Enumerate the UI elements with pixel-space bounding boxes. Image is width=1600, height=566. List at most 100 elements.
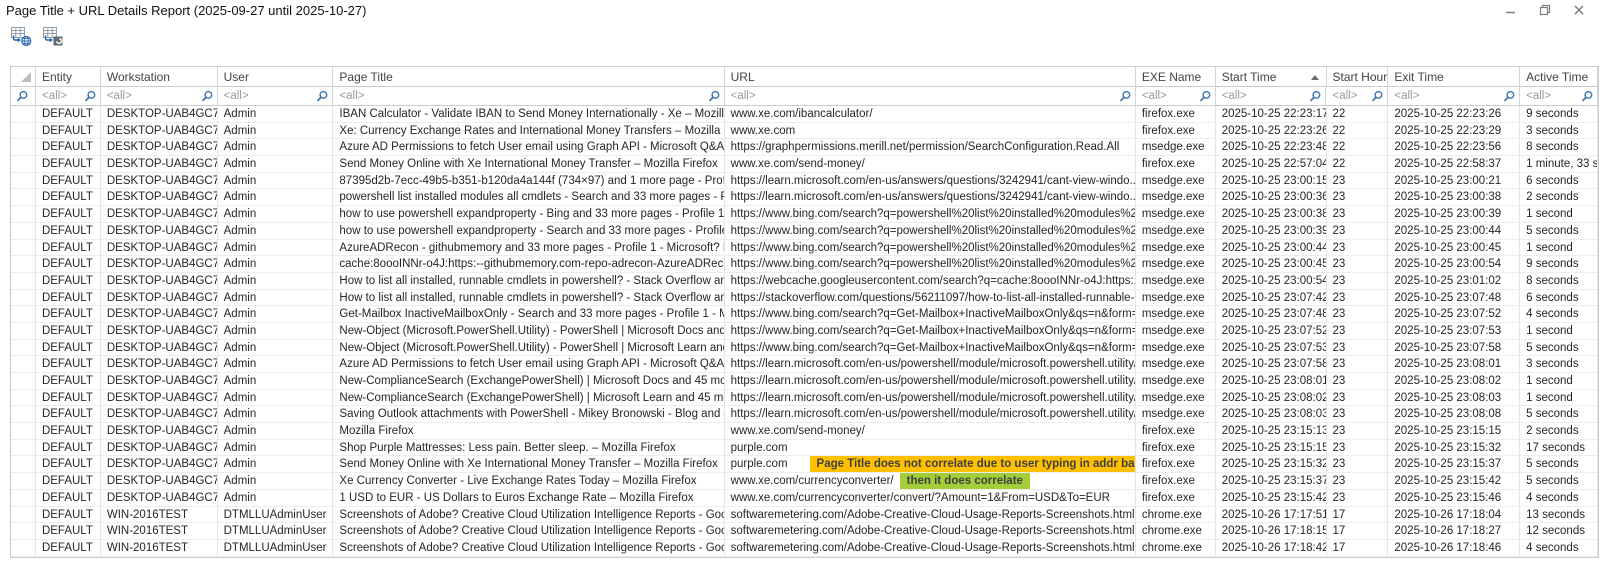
cell-exe[interactable]: firefox.exe — [1136, 156, 1216, 173]
cell-exe[interactable]: msedge.exe — [1136, 356, 1216, 373]
cell-entity[interactable]: DEFAULT — [36, 390, 101, 407]
row-indicator-cell[interactable] — [11, 423, 36, 440]
cell-page_title[interactable]: New-Object (Microsoft.PowerShell.Utility… — [333, 340, 724, 357]
cell-workstation[interactable]: DESKTOP-UAB4GC7 — [101, 223, 218, 240]
row-indicator-cell[interactable] — [11, 123, 36, 140]
cell-exit_time[interactable]: 2025-10-25 23:15:46 — [1388, 490, 1520, 507]
cell-start_hour[interactable]: 23 — [1327, 456, 1389, 473]
cell-workstation[interactable]: DESKTOP-UAB4GC7 — [101, 340, 218, 357]
search-icon[interactable] — [16, 90, 29, 103]
cell-page_title[interactable]: New-ComplianceSearch (ExchangePowerShell… — [333, 390, 724, 407]
row-indicator-cell[interactable] — [11, 290, 36, 307]
cell-url[interactable]: purple.com — [725, 440, 1136, 457]
cell-exe[interactable]: msedge.exe — [1136, 390, 1216, 407]
cell-start_hour[interactable]: 23 — [1327, 473, 1389, 490]
cell-page_title[interactable]: Saving Outlook attachments with PowerShe… — [333, 406, 724, 423]
cell-exe[interactable]: firefox.exe — [1136, 473, 1216, 490]
cell-url[interactable]: softwaremetering.com/Adobe-Creative-Clou… — [725, 523, 1136, 540]
table-row[interactable]: DEFAULTDESKTOP-UAB4GC7AdminAzure AD Perm… — [11, 356, 1598, 373]
row-indicator-cell[interactable] — [11, 106, 36, 123]
cell-exe[interactable]: msedge.exe — [1136, 240, 1216, 257]
cell-start_time[interactable]: 2025-10-25 23:07:58 — [1216, 356, 1327, 373]
cell-page_title[interactable]: Xe: Currency Exchange Rates and Internat… — [333, 123, 724, 140]
cell-page_title[interactable]: Screenshots of Adobe? Creative Cloud Uti… — [333, 540, 724, 557]
cell-user[interactable]: Admin — [218, 440, 334, 457]
cell-start_time[interactable]: 2025-10-25 23:00:15 — [1216, 173, 1327, 190]
cell-page_title[interactable]: Azure AD Permissions to fetch User email… — [333, 139, 724, 156]
cell-exe[interactable]: msedge.exe — [1136, 173, 1216, 190]
row-indicator-cell[interactable] — [11, 440, 36, 457]
cell-start_hour[interactable]: 22 — [1327, 123, 1389, 140]
cell-entity[interactable]: DEFAULT — [36, 106, 101, 123]
cell-active_time[interactable]: 5 seconds — [1520, 406, 1598, 423]
cell-exit_time[interactable]: 2025-10-25 23:08:01 — [1388, 356, 1520, 373]
cell-user[interactable]: Admin — [218, 340, 334, 357]
filter-value[interactable]: <all> — [731, 90, 756, 102]
table-row[interactable]: DEFAULTDESKTOP-UAB4GC7AdminAzure AD Perm… — [11, 139, 1598, 156]
filter-cell-workstation[interactable]: <all> — [101, 87, 218, 106]
row-indicator-cell[interactable] — [11, 356, 36, 373]
row-indicator-cell[interactable] — [11, 256, 36, 273]
cell-exit_time[interactable]: 2025-10-25 22:23:26 — [1388, 106, 1520, 123]
filter-value[interactable]: <all> — [1394, 90, 1419, 102]
cell-exit_time[interactable]: 2025-10-25 23:07:58 — [1388, 340, 1520, 357]
cell-workstation[interactable]: DESKTOP-UAB4GC7 — [101, 139, 218, 156]
cell-url[interactable]: https://learn.microsoft.com/en-us/powers… — [725, 356, 1136, 373]
cell-exe[interactable]: msedge.exe — [1136, 223, 1216, 240]
row-indicator-cell[interactable] — [11, 273, 36, 290]
cell-page_title[interactable]: New-ComplianceSearch (ExchangePowerShell… — [333, 373, 724, 390]
cell-exit_time[interactable]: 2025-10-25 23:08:02 — [1388, 373, 1520, 390]
cell-url[interactable]: https://learn.microsoft.com/en-us/powers… — [725, 390, 1136, 407]
cell-workstation[interactable]: DESKTOP-UAB4GC7 — [101, 306, 218, 323]
cell-user[interactable]: Admin — [218, 156, 334, 173]
cell-page_title[interactable]: Shop Purple Mattresses: Less pain. Bette… — [333, 440, 724, 457]
cell-start_time[interactable]: 2025-10-25 22:23:17 — [1216, 106, 1327, 123]
table-row[interactable]: DEFAULTDESKTOP-UAB4GC7AdminNew-Object (M… — [11, 340, 1598, 357]
cell-start_hour[interactable]: 17 — [1327, 507, 1389, 524]
cell-workstation[interactable]: DESKTOP-UAB4GC7 — [101, 106, 218, 123]
cell-workstation[interactable]: DESKTOP-UAB4GC7 — [101, 356, 218, 373]
cell-user[interactable]: Admin — [218, 139, 334, 156]
cell-url[interactable]: https://graphpermissions.merill.net/perm… — [725, 139, 1136, 156]
cell-active_time[interactable]: 8 seconds — [1520, 139, 1598, 156]
cell-start_hour[interactable]: 23 — [1327, 240, 1389, 257]
table-row[interactable]: DEFAULTDESKTOP-UAB4GC7Admin1 USD to EUR … — [11, 490, 1598, 507]
cell-url[interactable]: www.xe.com/send-money/ — [725, 423, 1136, 440]
row-indicator-cell[interactable] — [11, 523, 36, 540]
cell-entity[interactable]: DEFAULT — [36, 540, 101, 557]
cell-page_title[interactable]: Send Money Online with Xe International … — [333, 456, 724, 473]
cell-page_title[interactable]: How to list all installed, runnable cmdl… — [333, 273, 724, 290]
table-row[interactable]: DEFAULTDESKTOP-UAB4GC7AdminAzureADRecon … — [11, 240, 1598, 257]
cell-start_hour[interactable]: 23 — [1327, 373, 1389, 390]
cell-user[interactable]: Admin — [218, 473, 334, 490]
cell-start_hour[interactable]: 23 — [1327, 273, 1389, 290]
cell-exe[interactable]: msedge.exe — [1136, 273, 1216, 290]
filter-value[interactable]: <all> — [107, 90, 132, 102]
cell-url[interactable]: www.xe.com/currencyconverter/convert/?Am… — [725, 490, 1136, 507]
table-row[interactable]: DEFAULTDESKTOP-UAB4GC7Admincache:8oooINN… — [11, 256, 1598, 273]
cell-entity[interactable]: DEFAULT — [36, 340, 101, 357]
filter-cell-url[interactable]: <all> — [725, 87, 1136, 106]
cell-exit_time[interactable]: 2025-10-26 17:18:46 — [1388, 540, 1520, 557]
cell-user[interactable]: DTMLLUAdminUser — [218, 540, 334, 557]
table-row[interactable]: DEFAULTDESKTOP-UAB4GC7AdminShop Purple M… — [11, 440, 1598, 457]
cell-start_time[interactable]: 2025-10-25 23:08:03 — [1216, 406, 1327, 423]
cell-user[interactable]: Admin — [218, 123, 334, 140]
cell-active_time[interactable]: 17 seconds — [1520, 440, 1598, 457]
cell-url[interactable]: https://learn.microsoft.com/en-us/powers… — [725, 373, 1136, 390]
cell-entity[interactable]: DEFAULT — [36, 273, 101, 290]
cell-exit_time[interactable]: 2025-10-25 22:58:37 — [1388, 156, 1520, 173]
filter-cell-active_time[interactable]: <all> — [1520, 87, 1598, 106]
search-icon[interactable] — [316, 90, 329, 103]
row-indicator-cell[interactable] — [11, 223, 36, 240]
cell-page_title[interactable]: New-Object (Microsoft.PowerShell.Utility… — [333, 323, 724, 340]
cell-exit_time[interactable]: 2025-10-25 23:07:53 — [1388, 323, 1520, 340]
row-indicator-cell[interactable] — [11, 456, 36, 473]
cell-workstation[interactable]: DESKTOP-UAB4GC7 — [101, 273, 218, 290]
cell-url[interactable]: www.xe.com/send-money/ — [725, 156, 1136, 173]
cell-start_time[interactable]: 2025-10-25 23:07:48 — [1216, 306, 1327, 323]
table-row[interactable]: DEFAULTDESKTOP-UAB4GC7AdminXe Currency C… — [11, 473, 1598, 490]
column-header-start_time[interactable]: Start Time — [1216, 67, 1327, 87]
cell-url[interactable]: https://www.bing.com/search?q=powershell… — [725, 256, 1136, 273]
cell-start_time[interactable]: 2025-10-25 23:07:53 — [1216, 340, 1327, 357]
